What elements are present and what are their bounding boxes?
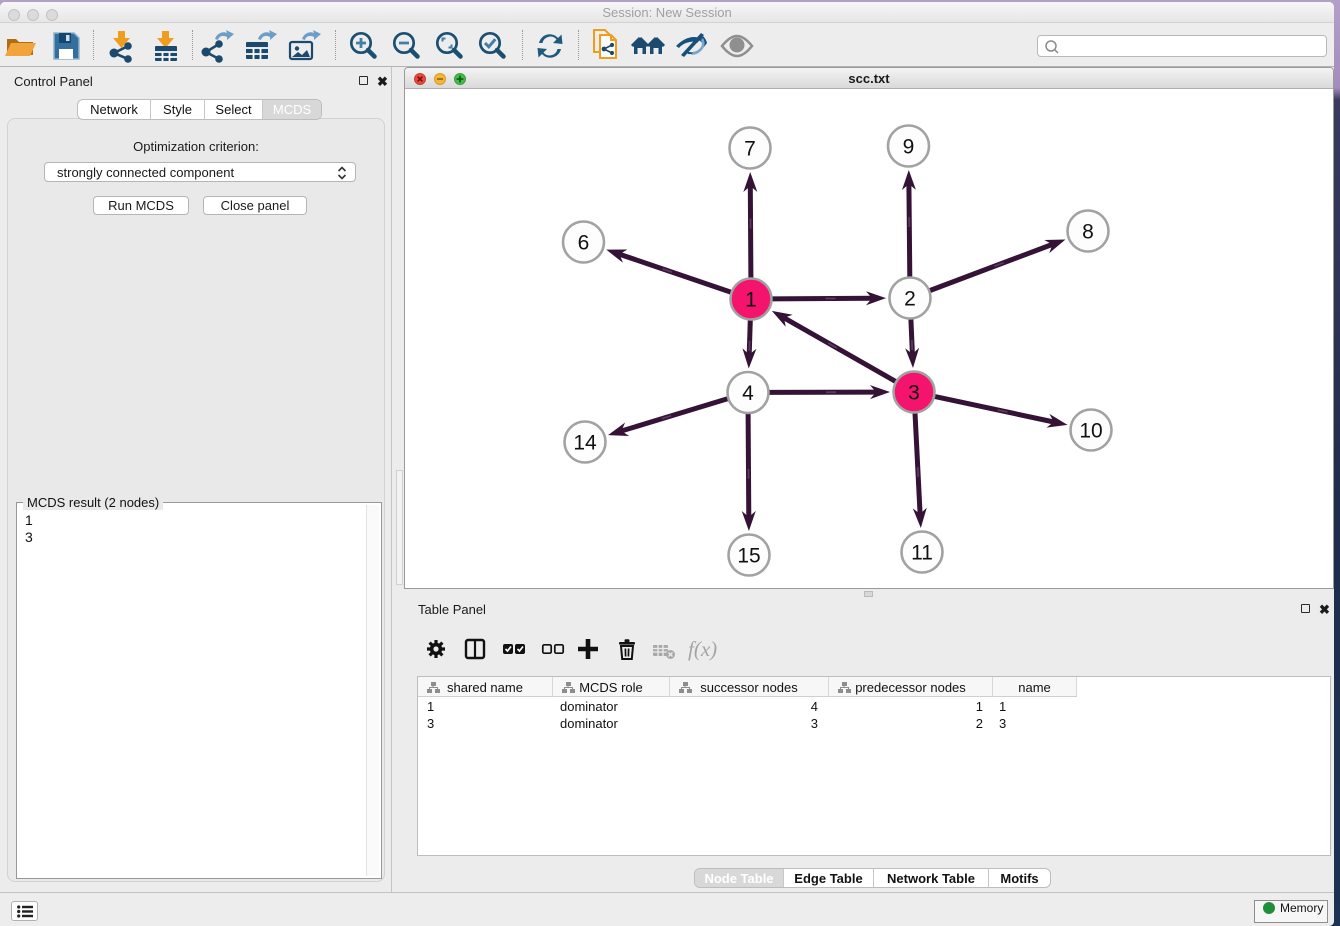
svg-text:6: 6: [578, 232, 590, 255]
svg-text:4: 4: [742, 382, 754, 405]
svg-text:8: 8: [1082, 221, 1094, 244]
svg-text:15: 15: [737, 545, 760, 568]
svg-text:3: 3: [908, 382, 920, 405]
svg-text:2: 2: [904, 288, 916, 311]
svg-text:9: 9: [903, 136, 915, 159]
svg-text:11: 11: [911, 542, 933, 565]
svg-text:10: 10: [1079, 420, 1102, 443]
svg-text:1: 1: [745, 289, 757, 312]
svg-text:7: 7: [744, 138, 756, 161]
svg-text:14: 14: [573, 432, 597, 455]
